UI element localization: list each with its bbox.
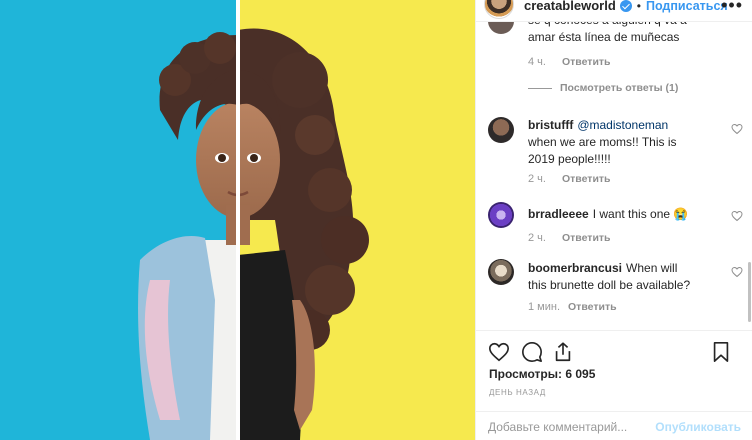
- comment-username[interactable]: bristufff: [528, 118, 573, 132]
- post-header: creatableworld • Подписаться •••: [476, 0, 752, 22]
- comment-text: boomerbrancusi When will this brunette do…: [528, 260, 698, 294]
- comments-list[interactable]: se q conoces a alguien q va a amar ésta …: [476, 22, 752, 330]
- comment-meta: 2 ч. Ответить: [528, 173, 611, 185]
- comment-time: 2 ч.: [528, 232, 546, 244]
- post-side-panel: creatableworld • Подписаться ••• se q co…: [475, 0, 752, 440]
- comment-text: bristufff @madistoneman when we are moms!…: [528, 117, 698, 168]
- post-photo[interactable]: [0, 0, 475, 440]
- view-replies-button[interactable]: Посмотреть ответы (1): [528, 82, 678, 94]
- like-heart-icon[interactable]: [488, 341, 510, 363]
- heart-icon[interactable]: [731, 266, 743, 278]
- bookmark-icon[interactable]: [711, 341, 731, 363]
- commenter-avatar[interactable]: [488, 117, 514, 143]
- doll-image: [0, 0, 475, 440]
- comment-text: brradleeee I want this one 😭: [528, 206, 698, 223]
- comment-meta: 4 ч. Ответить: [528, 56, 611, 68]
- more-options-icon[interactable]: •••: [721, 0, 743, 16]
- comment-time: 4 ч.: [528, 56, 546, 68]
- comment-mention[interactable]: @madistoneman: [577, 118, 668, 132]
- reply-button[interactable]: Ответить: [562, 173, 611, 185]
- author-avatar[interactable]: [484, 0, 514, 19]
- comment-text-body: when we are moms!! This is 2019 people!!…: [528, 135, 677, 166]
- publish-button[interactable]: Опубликовать: [655, 420, 741, 434]
- author-username[interactable]: creatableworld: [524, 0, 616, 13]
- separator-dot: •: [636, 0, 641, 13]
- comment-text-body: I want this one 😭: [592, 207, 689, 221]
- comment-username[interactable]: boomerbrancusi: [528, 261, 622, 275]
- comment-text-body: se q conoces a alguien q va a amar ésta …: [528, 22, 687, 44]
- post-date[interactable]: ДЕНЬ НАЗАД: [489, 388, 546, 397]
- post-actions: Просмотры: 6 095 ДЕНЬ НАЗАД Опубликовать: [476, 330, 752, 440]
- comment-meta: 2 ч. Ответить: [528, 232, 611, 244]
- comment-input[interactable]: [488, 419, 656, 434]
- reply-button[interactable]: Ответить: [562, 56, 611, 68]
- heart-icon[interactable]: [731, 210, 743, 222]
- comment-meta: 1 мин. Ответить: [528, 301, 617, 313]
- comment-text: se q conoces a alguien q va a amar ésta …: [528, 22, 698, 46]
- comments-scrollbar[interactable]: [748, 262, 751, 322]
- comment-icon[interactable]: [521, 341, 543, 363]
- reply-button[interactable]: Ответить: [568, 301, 617, 313]
- comment-time: 1 мин.: [528, 301, 561, 313]
- view-replies-label: Посмотреть ответы (1): [560, 82, 679, 94]
- views-count[interactable]: Просмотры: 6 095: [489, 367, 595, 381]
- comment-time: 2 ч.: [528, 173, 546, 185]
- verified-badge-icon: [619, 0, 632, 12]
- commenter-avatar[interactable]: [488, 22, 514, 34]
- heart-icon[interactable]: [731, 123, 743, 135]
- comment-form: Опубликовать: [476, 411, 752, 440]
- share-icon[interactable]: [552, 341, 574, 363]
- commenter-avatar[interactable]: [488, 202, 514, 228]
- commenter-avatar[interactable]: [488, 259, 514, 285]
- reply-button[interactable]: Ответить: [562, 232, 611, 244]
- follow-button[interactable]: Подписаться: [646, 0, 728, 13]
- comment-username[interactable]: brradleeee: [528, 207, 589, 221]
